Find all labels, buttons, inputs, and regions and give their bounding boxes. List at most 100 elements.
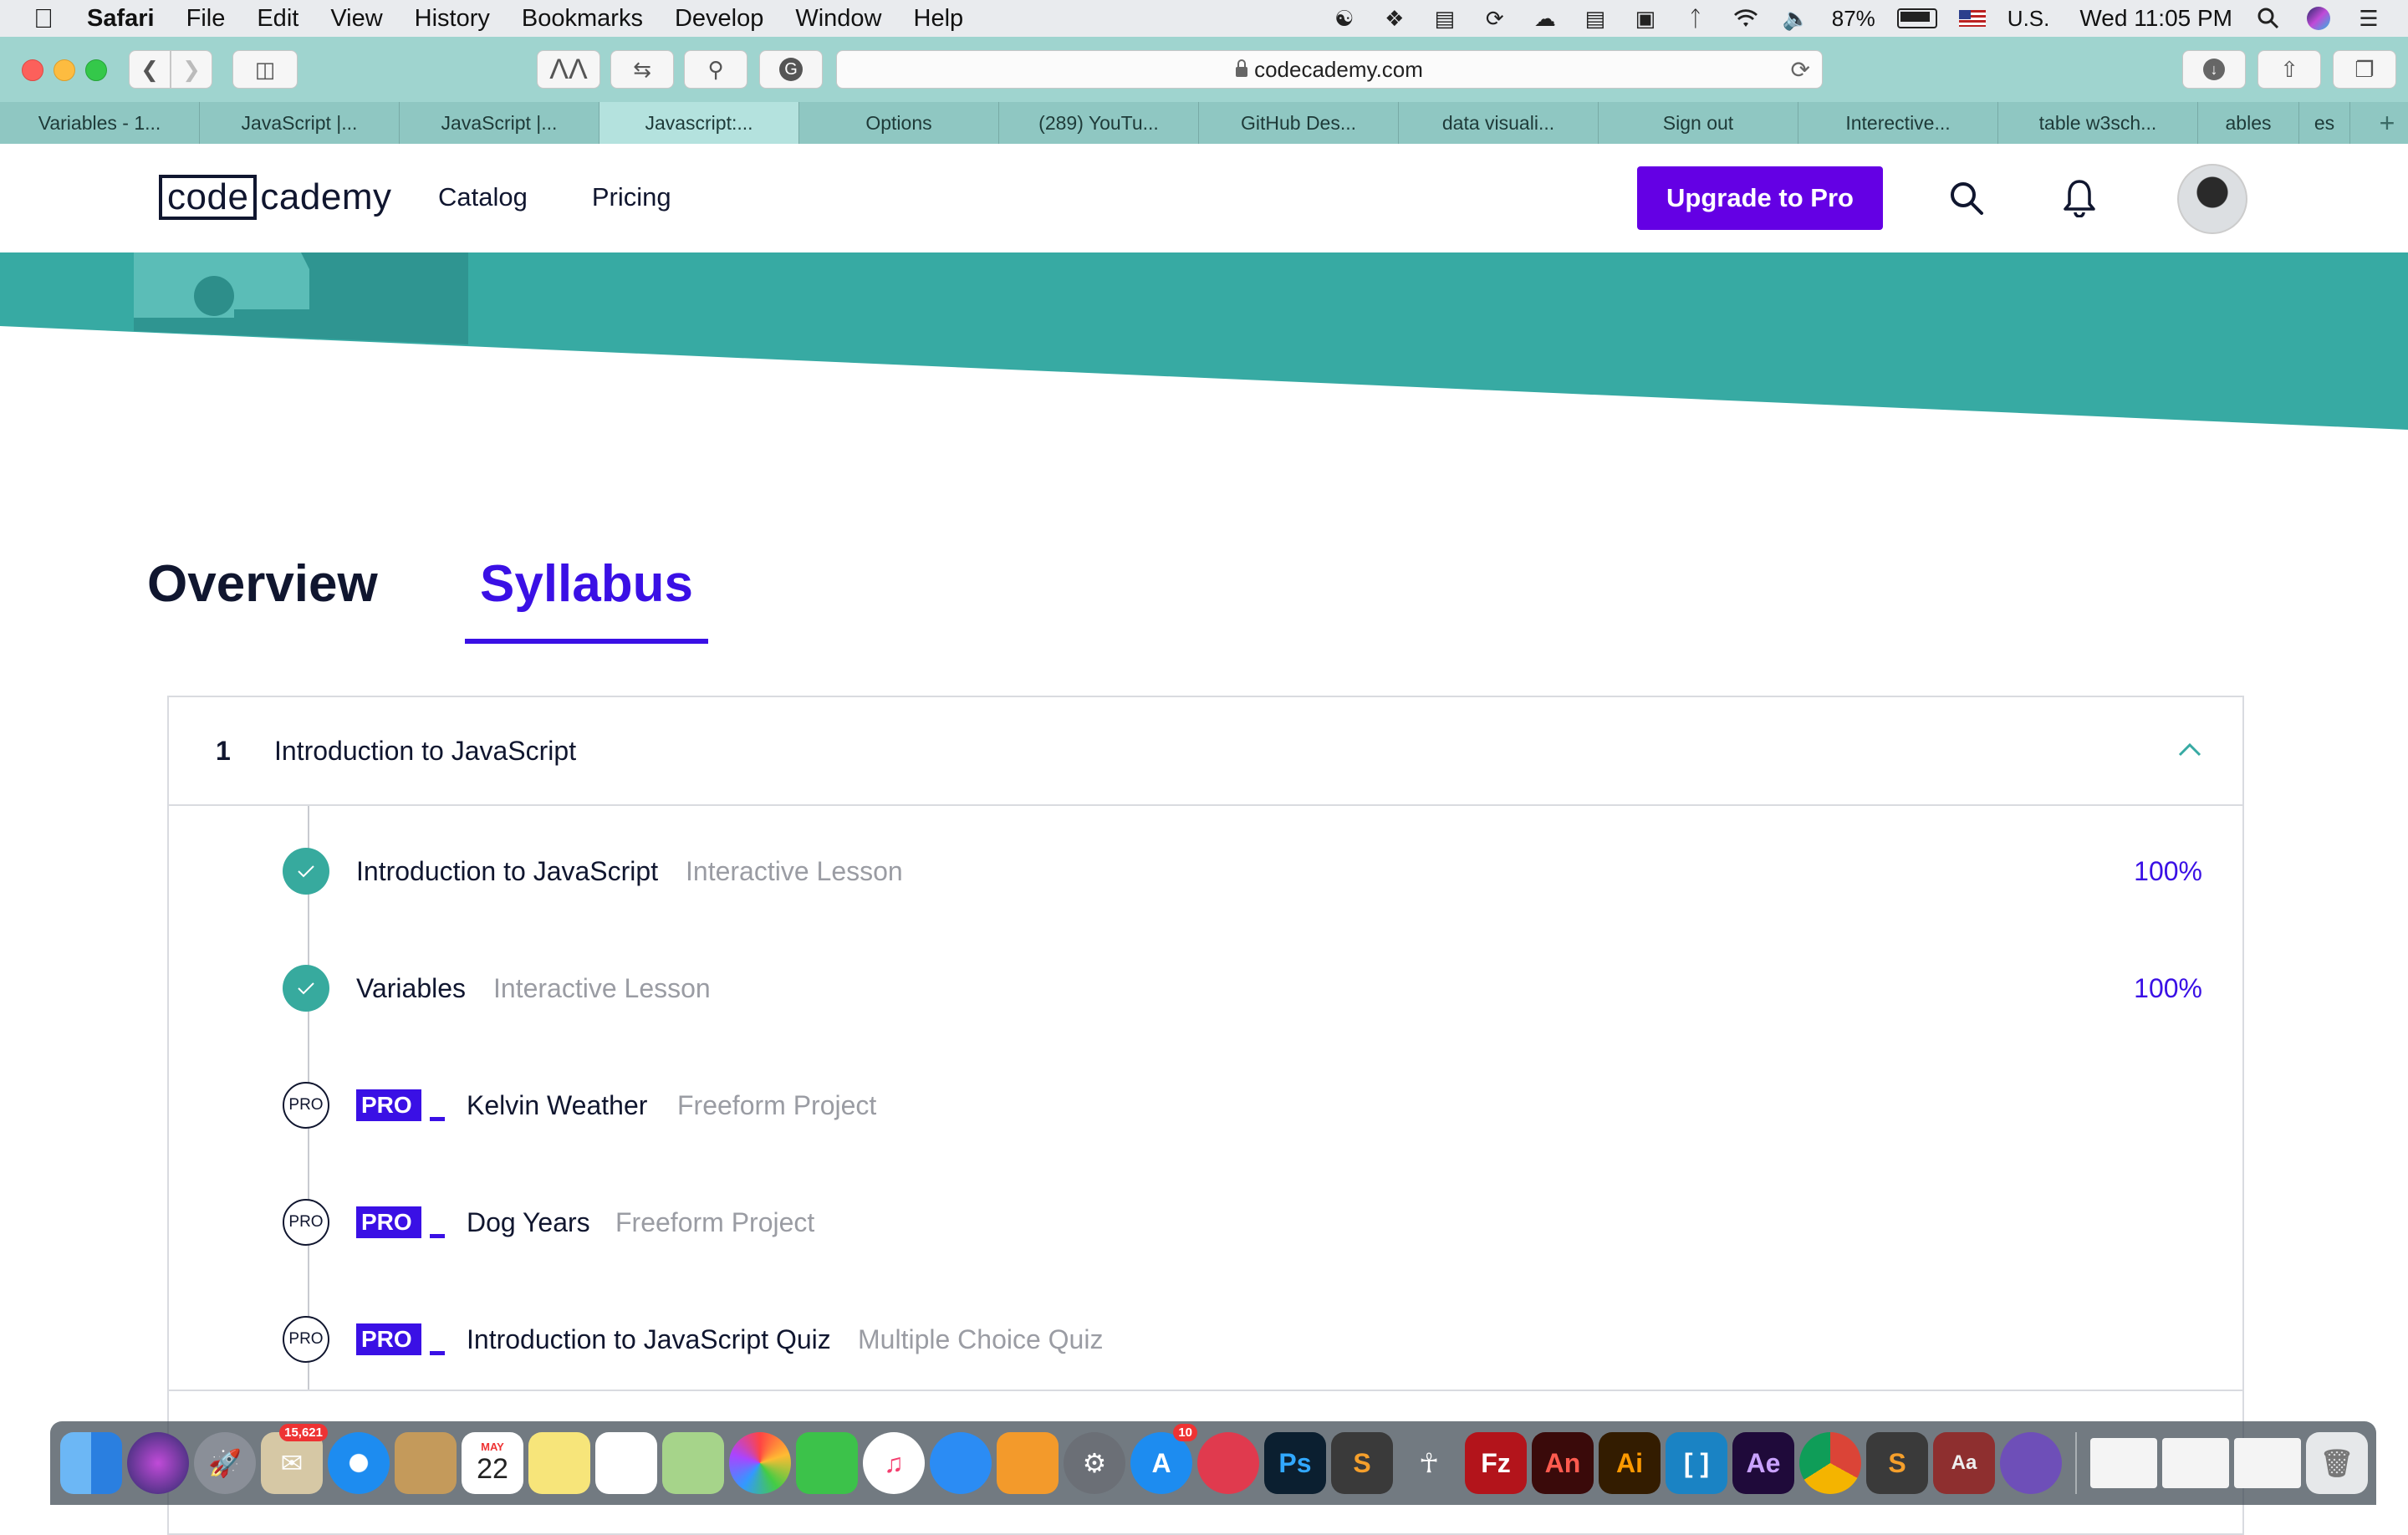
address-bar[interactable]: codecademy.com ⟳ bbox=[836, 50, 1823, 89]
lesson-title[interactable]: Dog Years bbox=[467, 1207, 590, 1238]
app-store-icon[interactable]: A 10 bbox=[1130, 1424, 1197, 1494]
cloud-upload-icon[interactable]: ☁ bbox=[1531, 6, 1559, 31]
menu-edit[interactable]: Edit bbox=[257, 5, 298, 33]
tab-overview-button[interactable]: ❐ bbox=[2333, 50, 2396, 89]
browser-tab[interactable]: (289) YouTu... bbox=[999, 102, 1199, 144]
chrome-icon[interactable] bbox=[1799, 1432, 1861, 1494]
recent-screenshot-icon[interactable] bbox=[2234, 1438, 2301, 1488]
battery-icon[interactable] bbox=[1896, 8, 1937, 28]
back-button[interactable]: ❮ bbox=[129, 50, 171, 89]
syllabus-item[interactable]: PRO PRO Kelvin Weather Freeform Project bbox=[169, 1063, 2242, 1147]
menu-develop[interactable]: Develop bbox=[675, 5, 763, 33]
maps-icon[interactable] bbox=[662, 1432, 724, 1494]
downloads-stack-icon[interactable] bbox=[2090, 1438, 2157, 1488]
spotlight-search-icon[interactable] bbox=[2254, 7, 2283, 30]
bluetooth-icon[interactable]: ᛏ bbox=[1681, 6, 1710, 31]
us-flag-icon[interactable] bbox=[1958, 10, 1986, 27]
module-header[interactable]: 1 Introduction to JavaScript bbox=[169, 697, 2242, 806]
syllabus-item[interactable]: Introduction to JavaScript Interactive L… bbox=[169, 829, 2242, 913]
menu-help[interactable]: Help bbox=[914, 5, 964, 33]
upgrade-to-pro-button[interactable]: Upgrade to Pro bbox=[1637, 166, 1883, 230]
lesson-title[interactable]: Introduction to JavaScript bbox=[356, 856, 658, 887]
browser-tab[interactable]: GitHub Des... bbox=[1199, 102, 1399, 144]
siri-icon[interactable] bbox=[2304, 7, 2333, 30]
codecademy-logo[interactable]: code cademy bbox=[159, 174, 392, 221]
browser-tab-active[interactable]: Javascript:... bbox=[599, 102, 799, 144]
syllabus-item[interactable]: Variables Interactive Lesson 100% bbox=[169, 946, 2242, 1030]
syllabus-item[interactable]: PRO PRO Introduction to JavaScript Quiz … bbox=[169, 1298, 2242, 1381]
lesson-title[interactable]: Kelvin Weather bbox=[467, 1090, 647, 1121]
trash-icon[interactable]: 🗑 bbox=[2306, 1432, 2368, 1494]
nav-catalog-link[interactable]: Catalog bbox=[438, 182, 528, 212]
siri-dock-icon[interactable] bbox=[127, 1432, 189, 1494]
extension-grammarly-button[interactable]: G bbox=[759, 50, 823, 89]
messages-icon[interactable] bbox=[930, 1432, 992, 1494]
sublime-text-icon[interactable]: S bbox=[1331, 1432, 1393, 1494]
sync-icon[interactable]: ⟳ bbox=[1481, 6, 1509, 31]
browser-tab[interactable]: Variables - 1... bbox=[0, 102, 200, 144]
safari-icon[interactable] bbox=[328, 1432, 390, 1494]
wacom-icon[interactable]: ▤ bbox=[1431, 6, 1459, 31]
photoshop-icon[interactable]: Ps bbox=[1264, 1432, 1326, 1494]
browser-tab[interactable]: es bbox=[2299, 102, 2350, 144]
apple-menu-icon[interactable]:  bbox=[33, 3, 59, 34]
sidebar-toggle-button[interactable]: ◫ bbox=[232, 50, 298, 89]
brackets-icon[interactable]: [ ] bbox=[1666, 1432, 1727, 1494]
notification-bell-icon[interactable] bbox=[2061, 177, 2098, 217]
menu-window[interactable]: Window bbox=[795, 5, 881, 33]
search-icon[interactable] bbox=[1948, 180, 1985, 217]
extension-search-button[interactable]: ⚲ bbox=[684, 50, 747, 89]
window-zoom-button[interactable] bbox=[85, 59, 107, 81]
calendar-icon[interactable]: MAY 22 bbox=[462, 1432, 523, 1494]
syllabus-item[interactable]: PRO PRO Dog Years Freeform Project bbox=[169, 1181, 2242, 1264]
dictionary-icon[interactable]: Aa bbox=[1933, 1432, 1995, 1494]
notes-icon[interactable] bbox=[528, 1432, 590, 1494]
github-desktop-icon[interactable] bbox=[2000, 1432, 2062, 1494]
clock[interactable]: Wed 11:05 PM bbox=[2079, 5, 2232, 32]
window-close-button[interactable] bbox=[22, 59, 43, 81]
window-minimize-button[interactable] bbox=[54, 59, 75, 81]
ibooks-icon[interactable] bbox=[997, 1432, 1059, 1494]
browser-tab[interactable]: JavaScript |... bbox=[400, 102, 599, 144]
airplay-icon[interactable]: ▣ bbox=[1631, 6, 1660, 31]
launchpad-icon[interactable]: 🚀 bbox=[194, 1432, 256, 1494]
nav-pricing-link[interactable]: Pricing bbox=[592, 182, 671, 212]
extension-m-button[interactable]: ΛΛ bbox=[537, 50, 600, 89]
illustrator-icon[interactable]: Ai bbox=[1599, 1432, 1661, 1494]
pixelmator-icon[interactable] bbox=[1197, 1432, 1259, 1494]
drive-icon[interactable]: ▤ bbox=[1581, 6, 1610, 31]
animate-icon[interactable]: An bbox=[1532, 1432, 1594, 1494]
sequel-pro-icon[interactable]: ☥ bbox=[1398, 1432, 1460, 1494]
forward-button[interactable]: ❯ bbox=[171, 50, 212, 89]
new-tab-button[interactable]: + bbox=[2366, 102, 2408, 144]
volume-icon[interactable]: 🔈 bbox=[1782, 6, 1810, 31]
browser-tab[interactable]: table w3sch... bbox=[1998, 102, 2198, 144]
facetime-icon[interactable] bbox=[796, 1432, 858, 1494]
creative-cloud-icon[interactable]: ☯ bbox=[1330, 6, 1359, 31]
reminders-icon[interactable] bbox=[595, 1432, 657, 1494]
menu-history[interactable]: History bbox=[415, 5, 490, 33]
notification-center-icon[interactable]: ☰ bbox=[2354, 6, 2383, 31]
itunes-icon[interactable]: ♫ bbox=[863, 1432, 925, 1494]
tab-syllabus[interactable]: Syllabus bbox=[465, 552, 708, 644]
share-button[interactable]: ⇧ bbox=[2258, 50, 2321, 89]
downloads-button[interactable]: ↓ bbox=[2182, 50, 2246, 89]
wifi-icon[interactable] bbox=[1732, 7, 1760, 30]
menu-file[interactable]: File bbox=[186, 5, 226, 33]
lesson-title[interactable]: Introduction to JavaScript Quiz bbox=[467, 1324, 831, 1355]
browser-tab[interactable]: ables bbox=[2198, 102, 2299, 144]
menu-bookmarks[interactable]: Bookmarks bbox=[522, 5, 643, 33]
browser-tab[interactable]: Options bbox=[799, 102, 999, 144]
finder-icon[interactable] bbox=[60, 1432, 122, 1494]
contacts-icon[interactable] bbox=[395, 1432, 457, 1494]
menu-view[interactable]: View bbox=[330, 5, 382, 33]
reload-icon[interactable]: ⟳ bbox=[1791, 56, 1810, 84]
tab-overview[interactable]: Overview bbox=[147, 552, 465, 639]
browser-tab[interactable]: JavaScript |... bbox=[200, 102, 400, 144]
lesson-title[interactable]: Variables bbox=[356, 973, 466, 1004]
input-source-label[interactable]: U.S. bbox=[2008, 6, 2050, 32]
extension-transfer-button[interactable]: ⇆ bbox=[610, 50, 674, 89]
user-avatar[interactable] bbox=[2177, 164, 2247, 234]
photos-icon[interactable] bbox=[729, 1432, 791, 1494]
documents-stack-icon[interactable] bbox=[2162, 1438, 2229, 1488]
